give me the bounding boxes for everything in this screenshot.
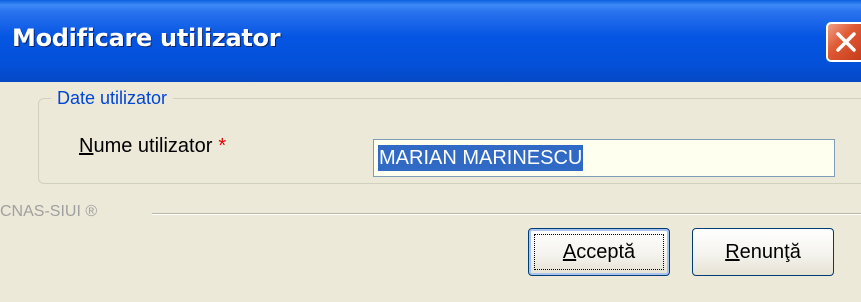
required-marker: * — [218, 135, 227, 157]
dialog-window: Modificare utilizator Date utilizator Nu… — [0, 0, 861, 302]
close-button[interactable] — [826, 22, 861, 62]
group-legend: Date utilizator — [51, 88, 174, 109]
brand-label: CNAS-SIUI ® — [0, 203, 98, 220]
focus-rectangle — [534, 234, 664, 270]
username-label-hotkey: N — [79, 135, 94, 157]
username-label-text: ume utilizator — [93, 135, 213, 157]
dialog-body: Date utilizator Nume utilizator * MARIAN … — [0, 82, 861, 302]
window-title: Modificare utilizator — [12, 24, 281, 52]
cancel-button-hotkey: R — [725, 241, 740, 263]
username-label: Nume utilizator * — [79, 135, 226, 158]
cancel-button[interactable]: Renunţă — [692, 228, 834, 276]
cancel-button-label: enunţă — [739, 241, 801, 263]
title-bar[interactable]: Modificare utilizator — [0, 0, 861, 82]
username-input-value: MARIAN MARINESCU — [378, 145, 584, 171]
user-data-group: Date utilizator Nume utilizator * MARIAN … — [38, 88, 861, 184]
username-input[interactable]: MARIAN MARINESCU — [373, 139, 835, 177]
accept-button[interactable]: Acceptă — [528, 228, 670, 276]
close-icon — [836, 32, 856, 52]
brand-divider — [152, 213, 861, 215]
